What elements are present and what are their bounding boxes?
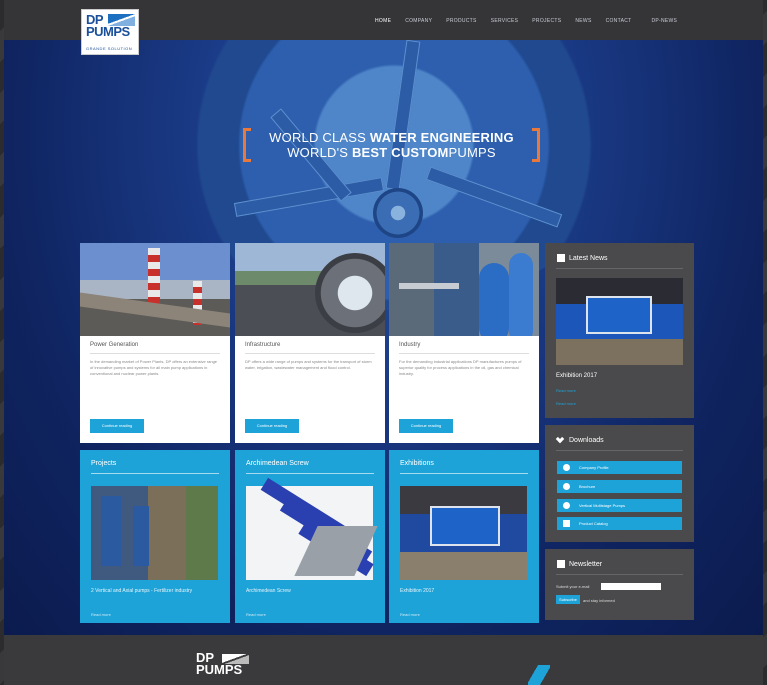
main-nav: HOME COMPANY PRODUCTS SERVICES PROJECTS … xyxy=(375,18,691,24)
newsletter-label: Submit your e-mail xyxy=(556,584,590,589)
card-infrastructure: Infrastructure DP offers a wide range of… xyxy=(235,243,385,443)
subscribe-button[interactable]: Subscribe xyxy=(556,595,580,604)
newsletter-panel: Newsletter Submit your e-mail Subscribe … xyxy=(545,549,694,620)
read-more-link[interactable]: Read more xyxy=(246,612,266,617)
tile-archimedean-screw[interactable]: Archimedean Screw Archimedean Screw Read… xyxy=(235,450,385,623)
industry-image xyxy=(389,243,539,336)
panel-divider xyxy=(556,574,683,575)
read-more-link[interactable]: Read more xyxy=(556,401,576,406)
anchor-icon xyxy=(563,483,570,490)
site-footer xyxy=(4,635,763,685)
comment-icon xyxy=(557,254,565,262)
exhibition-booth-image xyxy=(400,486,527,580)
newsletter-note: and stay informed xyxy=(583,598,615,603)
nav-item-dp-news[interactable]: DP-NEWS xyxy=(651,18,677,24)
read-more-link[interactable]: Read more xyxy=(556,388,576,393)
envelope-icon xyxy=(557,560,565,568)
tile-divider xyxy=(400,473,528,474)
hero-line-1: WORLD CLASS WATER ENGINEERING xyxy=(269,130,514,145)
panel-divider xyxy=(556,450,683,451)
download-icon xyxy=(555,434,565,444)
nav-item-contact[interactable]: CONTACT xyxy=(606,18,632,24)
newsletter-email-input[interactable] xyxy=(601,583,661,590)
infrastructure-image xyxy=(235,243,385,336)
bracket-left-icon xyxy=(243,128,251,162)
nav-item-products[interactable]: PRODUCTS xyxy=(446,18,476,24)
card-text: DP offers a wide range of pumps and syst… xyxy=(245,359,372,370)
latest-news-panel: Latest News Exhibition 2017 Read more Re… xyxy=(545,243,694,418)
card-text: For the demanding industrial application… xyxy=(399,359,522,376)
news-caption: Exhibition 2017 xyxy=(556,373,598,379)
read-more-link[interactable]: Read more xyxy=(91,612,111,617)
nav-item-services[interactable]: SERVICES xyxy=(491,18,519,24)
hero-headline: WORLD CLASS WATER ENGINEERING WORLD'S BE… xyxy=(243,128,540,188)
panel-title: Latest News xyxy=(545,243,694,262)
hero-line-2: WORLD'S BEST CUSTOMPUMPS xyxy=(287,145,496,160)
panel-divider xyxy=(556,268,683,269)
nav-item-home[interactable]: HOME xyxy=(375,18,391,24)
download-brochure[interactable]: Brochure xyxy=(557,480,682,493)
card-divider xyxy=(90,353,220,354)
nav-item-news[interactable]: NEWS xyxy=(575,18,591,24)
tile-exhibitions[interactable]: Exhibitions Exhibition 2017 Read more xyxy=(389,450,539,623)
card-divider xyxy=(245,353,375,354)
tile-title: Archimedean Screw xyxy=(246,460,309,467)
tile-divider xyxy=(91,473,219,474)
screw-pump-image xyxy=(246,477,378,580)
download-product-catalog[interactable]: Product Catalog xyxy=(557,517,682,530)
card-text: In the demanding market of Power Plants,… xyxy=(90,359,218,376)
tile-caption: 2 Vertical and Axial pumps - Fertilizer … xyxy=(91,588,193,594)
continue-reading-button[interactable]: Continue reading xyxy=(90,419,144,433)
news-image[interactable] xyxy=(556,278,683,365)
continue-reading-button[interactable]: Continue reading xyxy=(399,419,453,433)
footer-accent-shape xyxy=(528,665,550,685)
card-industry: Industry For the demanding industrial ap… xyxy=(389,243,539,443)
card-title: Infrastructure xyxy=(245,342,281,348)
continue-reading-button[interactable]: Continue reading xyxy=(245,419,299,433)
fan-hub xyxy=(373,188,423,238)
tile-divider xyxy=(246,473,374,474)
nav-item-company[interactable]: COMPANY xyxy=(405,18,432,24)
card-title: Industry xyxy=(399,342,421,348)
tile-caption: Archimedean Screw xyxy=(246,588,291,594)
panel-title: Downloads xyxy=(545,425,694,444)
globe-icon xyxy=(563,464,570,471)
pin-icon xyxy=(563,502,570,509)
bracket-right-icon xyxy=(532,128,540,162)
site-logo[interactable]: DP PUMPS GRANDE SOLUTION xyxy=(81,9,139,55)
panel-title: Newsletter xyxy=(545,549,694,568)
project-pumps-image xyxy=(91,486,218,580)
download-vertical-pumps[interactable]: Vertical Multistage Pumps xyxy=(557,499,682,512)
read-more-link[interactable]: Read more xyxy=(400,612,420,617)
card-title: Power Generation xyxy=(90,342,139,348)
logo-swoosh-icon xyxy=(108,14,135,26)
download-company-profile[interactable]: Company Profile xyxy=(557,461,682,474)
footer-swoosh-icon xyxy=(222,654,249,664)
tile-title: Exhibitions xyxy=(400,460,434,467)
power-plant-image xyxy=(80,243,230,336)
card-power-generation: Power Generation In the demanding market… xyxy=(80,243,230,443)
document-icon xyxy=(563,520,570,527)
nav-item-projects[interactable]: PROJECTS xyxy=(532,18,561,24)
tile-caption: Exhibition 2017 xyxy=(400,588,435,594)
logo-tagline: GRANDE SOLUTION xyxy=(86,46,133,51)
card-divider xyxy=(399,353,529,354)
tile-projects[interactable]: Projects 2 Vertical and Axial pumps - Fe… xyxy=(80,450,230,623)
tile-title: Projects xyxy=(91,460,117,467)
